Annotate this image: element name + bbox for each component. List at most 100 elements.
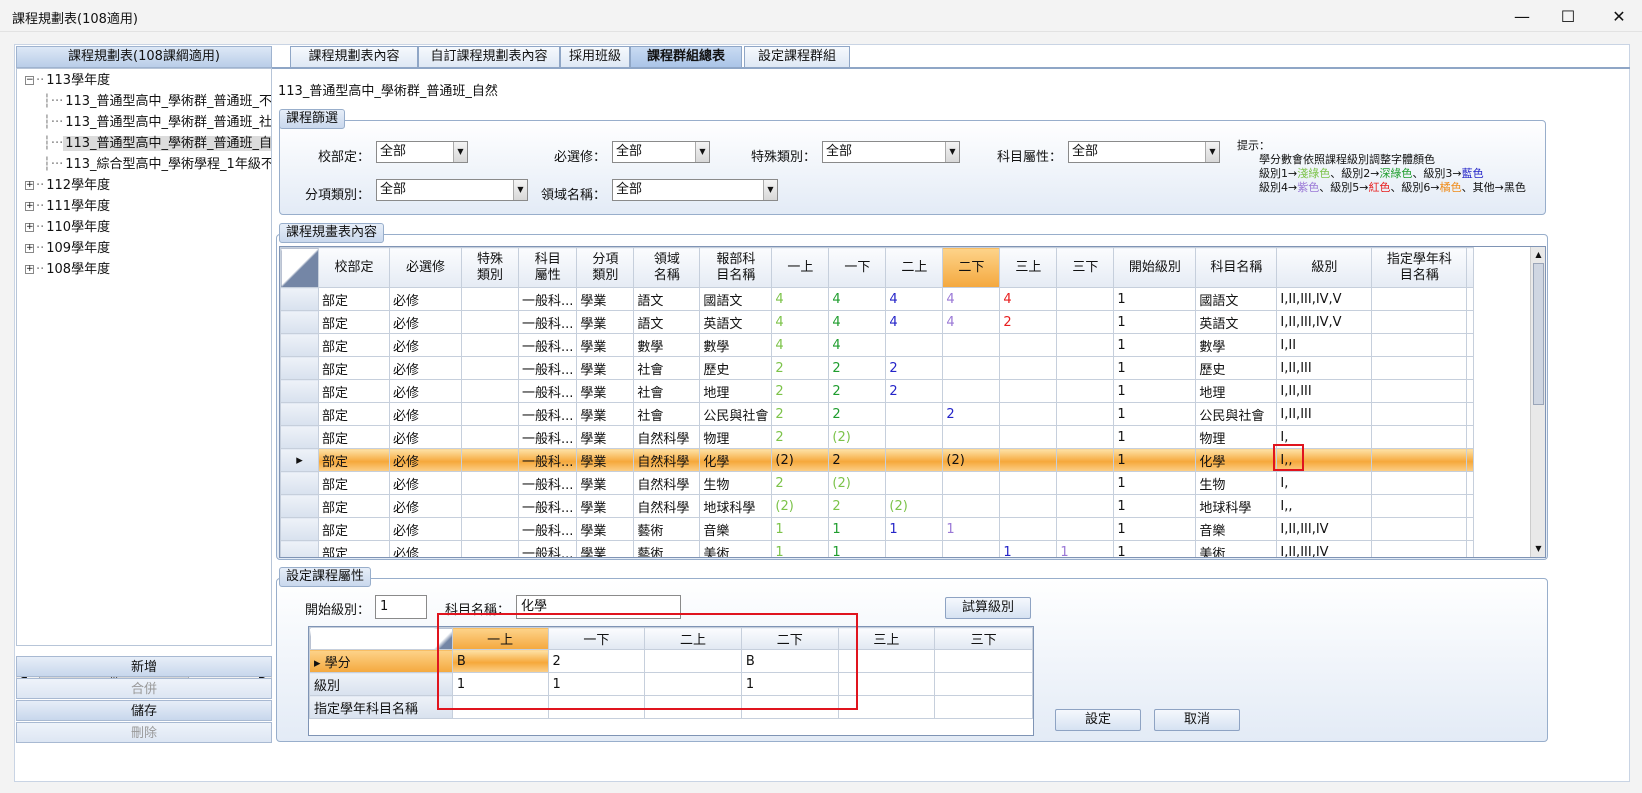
table-cell[interactable]: 地球科學 [1195, 494, 1278, 518]
start-level-input[interactable]: 1 [375, 595, 427, 619]
table-cell[interactable]: 部定 [318, 356, 390, 380]
table-cell[interactable]: 4 [771, 333, 830, 357]
table-row[interactable]: 部定 必修 一般科... 學業 社會 地理 2 2 2 1 地理 I,II,III [280, 379, 1475, 403]
table-cell[interactable]: 必修 [389, 333, 462, 357]
school-combo[interactable]: 全部 ▼ [376, 141, 468, 163]
column-header[interactable]: 三上 [999, 247, 1058, 288]
column-header[interactable]: 級別 [1276, 247, 1373, 288]
table-cell[interactable]: (2) [771, 494, 830, 518]
apply-button[interactable]: 設定 [1055, 709, 1141, 731]
table-cell[interactable]: 1 [1113, 287, 1197, 311]
table-cell[interactable]: 社會 [633, 379, 701, 403]
table-cell[interactable] [1371, 471, 1468, 495]
table-row[interactable]: 部定 必修 一般科... 學業 藝術 美術 1 1 1 1 1 美術 I,II,III,IV [280, 540, 1475, 557]
table-cell[interactable]: 物理 [699, 425, 773, 449]
table-cell[interactable]: I,II,III,IV [1276, 517, 1373, 541]
table-cell[interactable]: 1 [1113, 356, 1197, 380]
domain-combo[interactable]: 全部 ▼ [612, 179, 778, 201]
table-row[interactable]: 部定 必修 一般科... 學業 數學 數學 4 4 1 數學 I,II [280, 333, 1475, 357]
table-cell[interactable]: 1 [1113, 494, 1197, 518]
table-cell[interactable] [461, 356, 519, 380]
table-cell[interactable] [999, 517, 1058, 541]
table-cell[interactable]: (2) [942, 448, 1001, 472]
table-cell[interactable]: 必修 [389, 471, 462, 495]
table-cell[interactable] [942, 356, 1001, 380]
table-cell[interactable] [1371, 517, 1468, 541]
column-header[interactable]: 特殊 類別 [461, 247, 519, 288]
table-cell[interactable]: 自然科學 [633, 448, 701, 472]
table-cell[interactable]: 公民與社會 [1195, 402, 1278, 426]
table-cell[interactable]: 語文 [633, 310, 701, 334]
table-cell[interactable]: 自然科學 [633, 425, 701, 449]
table-cell[interactable] [999, 448, 1058, 472]
table-cell[interactable]: 英語文 [1195, 310, 1278, 334]
column-header[interactable]: 領域 名稱 [633, 247, 701, 288]
table-cell[interactable]: 1 [942, 517, 1001, 541]
attr-cell[interactable] [934, 672, 1033, 696]
table-cell[interactable] [461, 402, 519, 426]
table-cell[interactable]: 音樂 [1195, 517, 1278, 541]
table-cell[interactable]: 部定 [318, 402, 390, 426]
row-header[interactable] [280, 356, 319, 380]
dropdown-arrow-icon[interactable]: ▼ [1205, 142, 1219, 162]
table-cell[interactable]: I,II,III,IV,V [1276, 287, 1373, 311]
table-row[interactable]: 部定 必修 一般科... 學業 自然科學 生物 2 (2) 1 生物 I, [280, 471, 1475, 495]
table-cell[interactable] [999, 471, 1058, 495]
table-cell[interactable]: 社會 [633, 402, 701, 426]
table-cell[interactable] [461, 379, 519, 403]
table-cell[interactable]: 歷史 [1195, 356, 1278, 380]
table-cell[interactable]: 地理 [1195, 379, 1278, 403]
table-cell[interactable] [461, 425, 519, 449]
close-button[interactable]: ✕ [1596, 0, 1642, 32]
table-cell[interactable]: 自然科學 [633, 494, 701, 518]
tab-classes[interactable]: 採用班級 [560, 46, 630, 68]
table-cell[interactable] [1371, 425, 1468, 449]
table-cell[interactable] [885, 333, 944, 357]
table-cell[interactable]: 學業 [576, 310, 635, 334]
table-cell[interactable]: 1 [1113, 425, 1197, 449]
row-header[interactable] [280, 287, 319, 311]
tree-node-plan[interactable]: ┆··· 113_普通型高中_學術群_普通班_不分 [43, 92, 271, 112]
table-cell[interactable] [999, 333, 1058, 357]
column-header[interactable]: 二下 [942, 247, 1001, 288]
table-cell[interactable]: 學業 [576, 379, 635, 403]
table-cell[interactable] [885, 402, 944, 426]
tree-node-113[interactable]: − ·· 113學年度 [25, 71, 112, 91]
maximize-button[interactable]: ☐ [1545, 0, 1591, 32]
row-header[interactable] [280, 540, 319, 557]
table-cell[interactable]: 必修 [389, 517, 462, 541]
dropdown-arrow-icon[interactable]: ▼ [945, 142, 959, 162]
table-cell[interactable]: 2 [942, 402, 1001, 426]
table-cell[interactable] [461, 540, 519, 557]
table-cell[interactable]: 1 [1056, 540, 1115, 557]
table-cell[interactable]: 學業 [576, 471, 635, 495]
column-header[interactable]: 科目 屬性 [517, 247, 578, 288]
table-cell[interactable] [461, 333, 519, 357]
table-cell[interactable]: (2) [771, 448, 830, 472]
table-cell[interactable]: (2) [828, 425, 887, 449]
table-cell[interactable]: 公民與社會 [699, 402, 773, 426]
attr-combo[interactable]: 全部 ▼ [1068, 141, 1220, 163]
table-cell[interactable]: 2 [771, 471, 830, 495]
table-cell[interactable]: 1 [885, 517, 944, 541]
table-cell[interactable] [1371, 448, 1468, 472]
expand-icon[interactable]: + [25, 223, 34, 232]
table-cell[interactable]: 音樂 [699, 517, 773, 541]
table-cell[interactable]: 必修 [389, 540, 462, 557]
table-cell[interactable]: 數學 [1195, 333, 1278, 357]
row-header[interactable] [280, 517, 319, 541]
tab-custom-plan[interactable]: 自訂課程規劃表內容 [418, 46, 560, 68]
special-combo[interactable]: 全部 ▼ [822, 141, 960, 163]
tab-plan-content[interactable]: 課程規劃表內容 [290, 46, 418, 68]
table-cell[interactable]: 自然科學 [633, 471, 701, 495]
tree-node-110[interactable]: + ·· 110學年度 [25, 218, 112, 238]
expand-icon[interactable]: + [25, 181, 34, 190]
table-cell[interactable]: 1 [1113, 379, 1197, 403]
table-cell[interactable]: 1 [1113, 310, 1197, 334]
tree-node-108[interactable]: + ·· 108學年度 [25, 260, 112, 280]
table-cell[interactable]: 部定 [318, 425, 390, 449]
table-cell[interactable] [942, 379, 1001, 403]
table-cell[interactable] [1056, 356, 1115, 380]
table-cell[interactable] [1371, 540, 1468, 557]
table-cell[interactable]: I,II,III [1276, 356, 1373, 380]
